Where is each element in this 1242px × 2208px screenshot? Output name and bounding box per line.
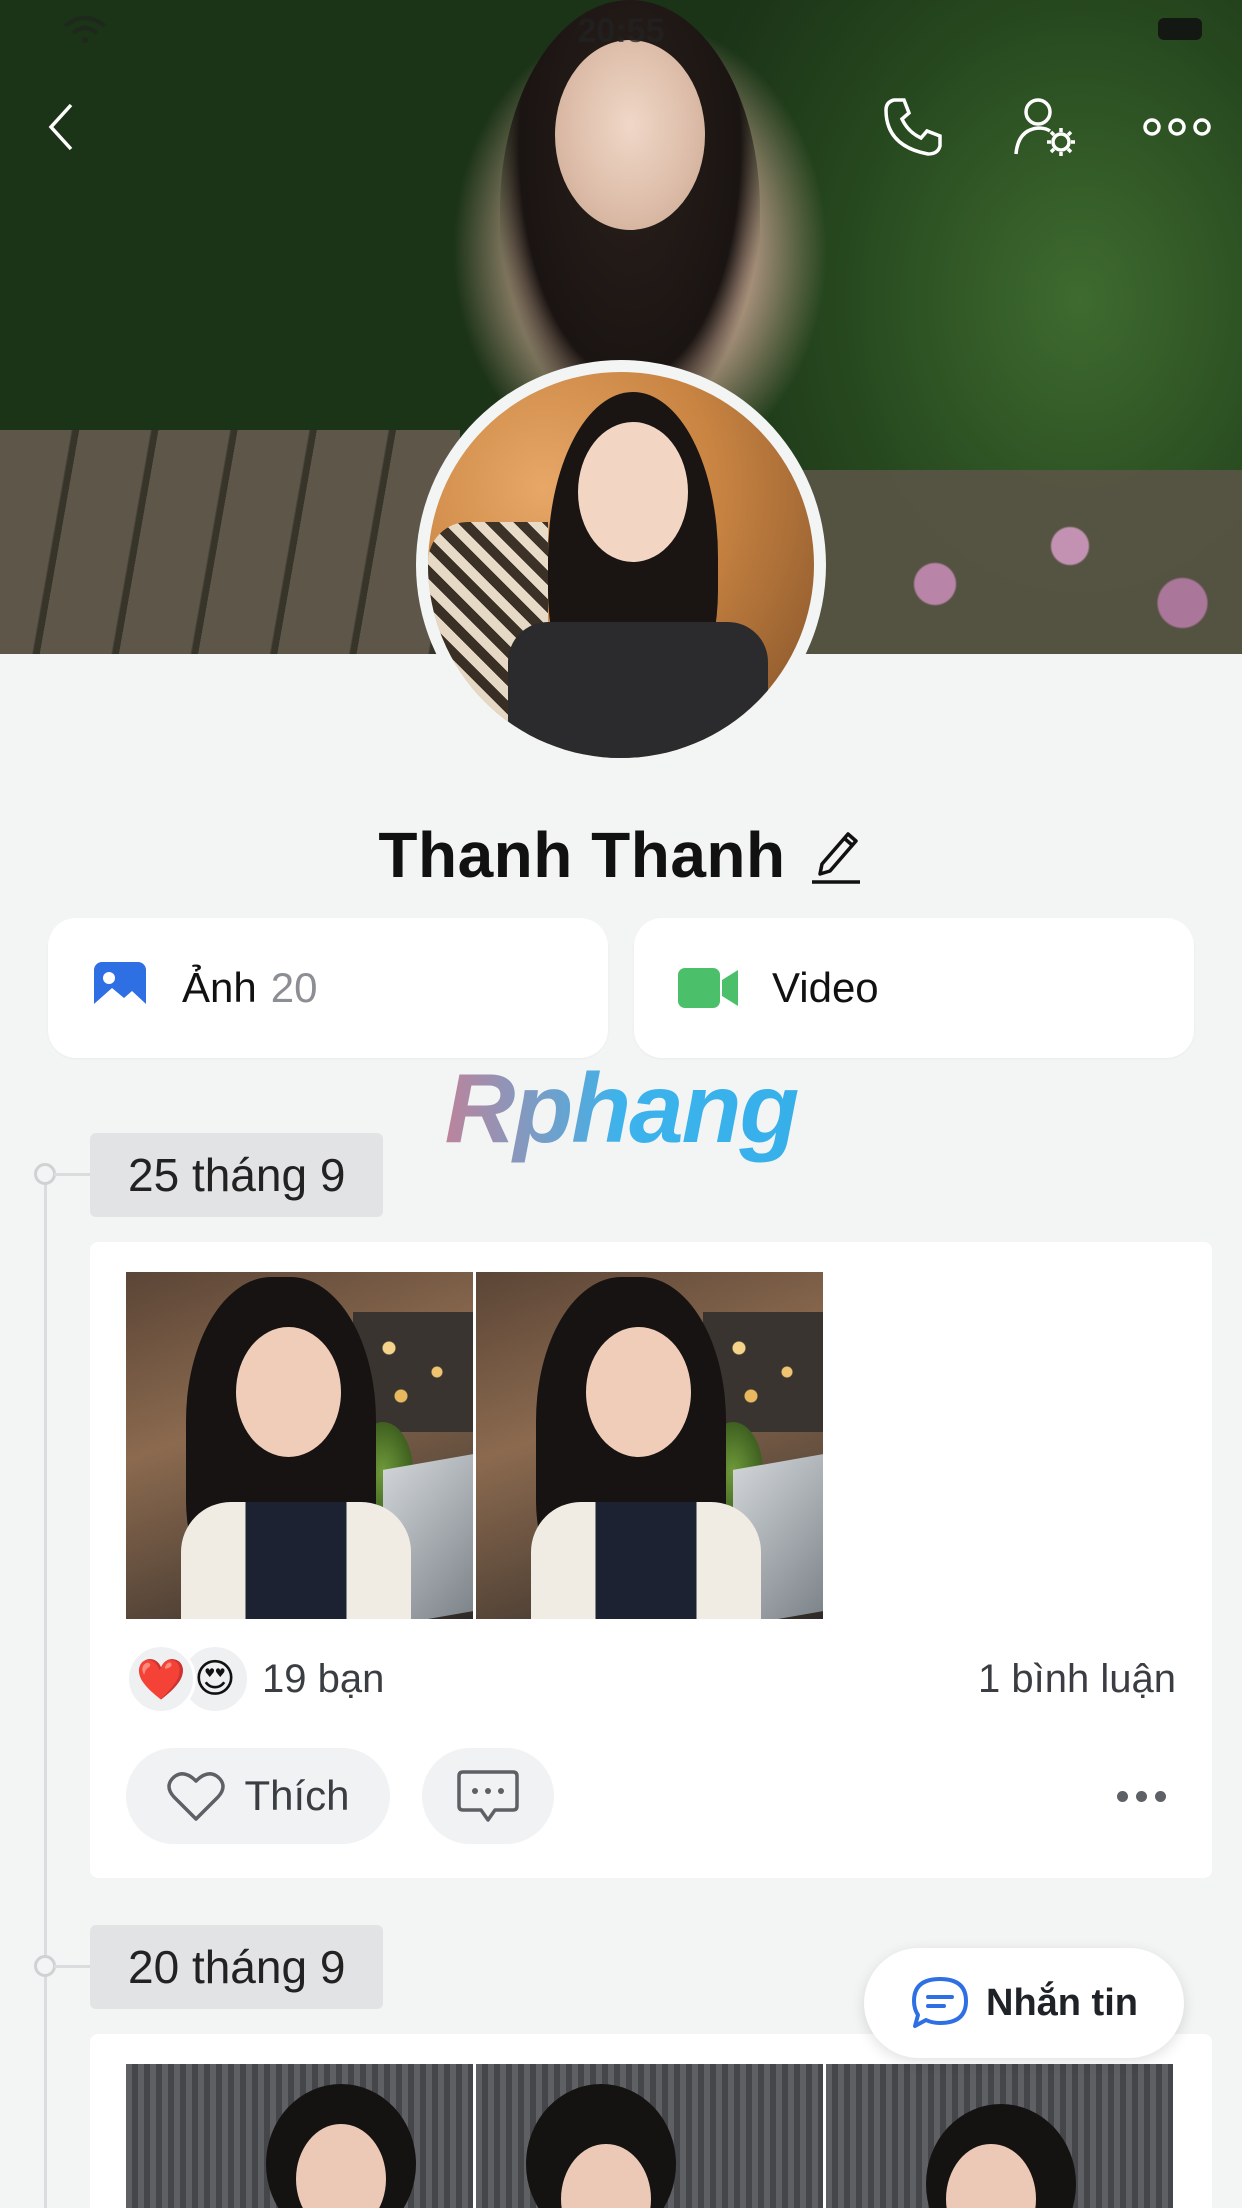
chevron-left-icon (48, 103, 73, 151)
post-photo[interactable] (476, 1272, 823, 1619)
timeline-tick (54, 1965, 90, 1968)
photo-outfit (531, 1502, 761, 1619)
chat-bubble-icon (912, 1977, 968, 2028)
more-options-button[interactable] (1142, 92, 1212, 162)
avatar-face (578, 422, 688, 562)
call-button[interactable] (878, 92, 948, 162)
post-photo[interactable] (476, 2064, 823, 2208)
post-stats: ❤️ 😍 19 bạn 1 bình luận (126, 1642, 1176, 1716)
timeline-line (44, 1172, 47, 2208)
back-button[interactable] (26, 92, 96, 162)
photos-button[interactable]: Ảnh 20 (48, 918, 608, 1058)
profile-name-row: Thanh Thanh (0, 818, 1242, 892)
comment-count[interactable]: 1 bình luận (978, 1657, 1176, 1702)
timeline-dot (34, 1163, 56, 1185)
timeline-tick (54, 1173, 90, 1176)
video-button[interactable]: Video (634, 918, 1194, 1058)
message-label: Nhắn tin (986, 1981, 1138, 2024)
heart-icon (167, 1772, 226, 1821)
phone-icon (884, 98, 942, 156)
dot-icon (1154, 1790, 1166, 1802)
image-icon (94, 962, 146, 1014)
heart-reaction-icon: ❤️ (126, 1644, 196, 1714)
reaction-icons[interactable]: ❤️ 😍 (126, 1642, 256, 1716)
battery-icon (1158, 18, 1202, 40)
photo-face (236, 1327, 341, 1457)
profile-settings-button[interactable] (1010, 92, 1080, 162)
like-label: Thích (244, 1772, 350, 1819)
photo-face (586, 1327, 691, 1457)
photo-outfit (181, 1502, 411, 1619)
post-more-button[interactable] (1106, 1766, 1176, 1826)
post-photo[interactable] (826, 2064, 1173, 2208)
post-photo[interactable] (126, 2064, 473, 2208)
post-card (90, 2034, 1212, 2208)
video-camera-icon (678, 968, 738, 1008)
dot-icon (1116, 1790, 1128, 1802)
profile-name: Thanh Thanh (378, 819, 786, 891)
timeline-dot (34, 1955, 56, 1977)
post-photo[interactable] (126, 1272, 473, 1619)
comment-button[interactable] (422, 1748, 554, 1844)
comment-icon (457, 1770, 519, 1822)
photos-count: 20 (270, 964, 318, 1011)
message-button[interactable]: Nhắn tin (864, 1948, 1184, 2058)
status-bar: 20:55 (0, 0, 1242, 60)
video-label: Video (772, 964, 879, 1011)
avatar-dress (508, 622, 768, 758)
post-photos (126, 2064, 1173, 2208)
post-photos (126, 1272, 823, 1619)
cover-deck (0, 430, 460, 654)
cover-person-face (555, 40, 705, 230)
photos-label: Ảnh (182, 964, 257, 1011)
avatar-image (428, 372, 814, 758)
post-date: 20 tháng 9 (90, 1925, 384, 2009)
post-card: ❤️ 😍 19 bạn 1 bình luận Thích (90, 1242, 1212, 1878)
post-date: 25 tháng 9 (90, 1133, 384, 1217)
like-button[interactable]: Thích (126, 1748, 390, 1844)
more-horizontal-icon (1143, 118, 1211, 136)
status-time: 20:55 (577, 12, 665, 50)
user-gear-icon (1014, 98, 1075, 156)
post-actions: Thích (126, 1748, 1176, 1844)
cover-flowers (800, 470, 1242, 654)
profile-avatar[interactable] (416, 360, 826, 770)
dot-icon (1135, 1790, 1147, 1802)
reaction-count[interactable]: 19 bạn (262, 1657, 384, 1702)
edit-name-icon[interactable] (808, 824, 864, 886)
